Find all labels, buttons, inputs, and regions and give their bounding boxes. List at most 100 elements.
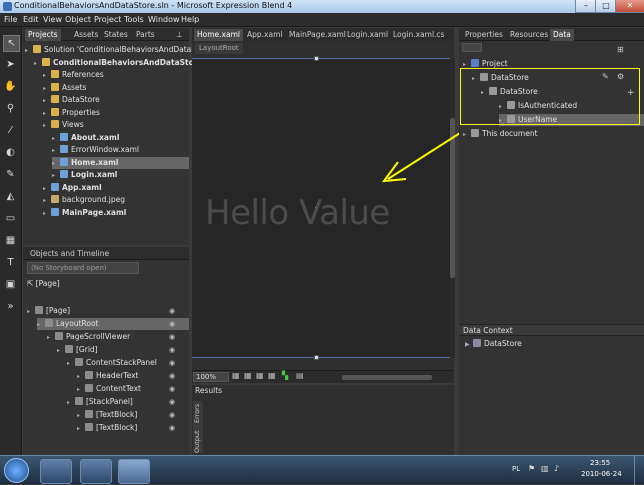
timeline-tree-item[interactable]: ▸ LayoutRoot ◉ bbox=[37, 318, 189, 330]
tray-network-icon[interactable]: ▥ bbox=[541, 464, 549, 473]
direct-selection-tool-icon[interactable]: ➤ bbox=[3, 57, 18, 72]
clock-date[interactable]: 2010-06-24 bbox=[581, 470, 622, 478]
timeline-tree-item[interactable]: ▸ ContentText ◉ bbox=[77, 383, 175, 396]
tab-output[interactable]: Output bbox=[193, 430, 201, 453]
project-tree-item[interactable]: ▸ Login.xaml bbox=[52, 169, 117, 181]
snap-lines-green-icon[interactable]: ▚ bbox=[282, 371, 288, 380]
menu-edit[interactable]: Edit bbox=[23, 15, 39, 24]
project-tree-item[interactable]: ▸ Home.xaml bbox=[52, 156, 189, 170]
zoom-tool-icon[interactable]: ⚲ bbox=[3, 101, 18, 116]
expand-arrow-icon[interactable]: ▸ bbox=[43, 95, 51, 107]
timeline-tree-item[interactable]: ▸ [Page] ◉ bbox=[27, 305, 175, 318]
expand-arrow-icon[interactable]: ▸ bbox=[25, 45, 33, 57]
tab-app-xaml[interactable]: App.xaml bbox=[244, 29, 285, 41]
project-tree-item[interactable]: ▸ ConditionalBehaviorsAndDataStore bbox=[34, 57, 203, 69]
expand-arrow-icon[interactable]: ▸ bbox=[77, 384, 85, 396]
eyedropper-tool-icon[interactable]: ⁄ bbox=[3, 123, 18, 138]
brush-transform-tool-icon[interactable]: ◭ bbox=[3, 189, 18, 204]
tab-properties[interactable]: Properties bbox=[462, 29, 506, 41]
project-tree-item[interactable]: ▸ Solution 'ConditionalBehaviorsAndDataSt… bbox=[25, 44, 213, 56]
data-context-item[interactable]: ▶ DataStore bbox=[465, 338, 522, 350]
breadcrumb[interactable]: LayoutRoot bbox=[195, 43, 243, 54]
horizontal-scroll-thumb[interactable] bbox=[342, 375, 432, 380]
tab-login-xaml[interactable]: Login.xaml bbox=[344, 29, 391, 41]
visibility-eye-icon[interactable]: ◉ bbox=[169, 422, 175, 434]
visibility-eye-icon[interactable]: ◉ bbox=[169, 318, 175, 330]
tab-resources[interactable]: Resources bbox=[507, 29, 551, 41]
project-tree-item[interactable]: ▸ About.xaml bbox=[52, 132, 119, 144]
expand-arrow-icon[interactable]: ▸ bbox=[67, 358, 75, 370]
project-tree-item[interactable]: ▸ ErrorWindow.xaml bbox=[52, 144, 139, 156]
textblock-tool-icon[interactable]: T bbox=[3, 255, 18, 270]
expand-arrow-icon[interactable]: ▸ bbox=[43, 183, 51, 195]
grid-tool-icon[interactable]: ▦ bbox=[3, 233, 18, 248]
tab-mainpage-xaml[interactable]: MainPage.xaml bbox=[286, 29, 349, 41]
language-indicator[interactable]: PL bbox=[512, 465, 520, 473]
tray-volume-icon[interactable]: ♪ bbox=[554, 464, 559, 473]
expand-arrow-icon[interactable]: ▸ bbox=[52, 133, 60, 145]
tab-projects[interactable]: Projects bbox=[25, 29, 61, 41]
assets-expand-icon[interactable]: » bbox=[3, 299, 18, 314]
timeline-tree-item[interactable]: ▸ HeaderText ◉ bbox=[77, 370, 175, 383]
controls-tool-icon[interactable]: ▣ bbox=[3, 277, 18, 292]
menu-help[interactable]: Help bbox=[181, 15, 199, 24]
expand-arrow-icon[interactable]: ▸ bbox=[43, 108, 51, 120]
pan-tool-icon[interactable]: ✋ bbox=[3, 79, 18, 94]
effects-toggle-icon[interactable]: ▦ bbox=[232, 371, 240, 380]
visibility-eye-icon[interactable]: ◉ bbox=[169, 344, 175, 356]
expand-arrow-icon[interactable]: ▸ bbox=[27, 306, 35, 318]
menu-tools[interactable]: Tools bbox=[124, 15, 144, 24]
pen-tool-icon[interactable]: ✎ bbox=[3, 167, 18, 182]
timeline-tree-item[interactable]: ▸ [Grid] ◉ bbox=[57, 344, 175, 356]
create-datasource-icon[interactable]: ⊞ bbox=[617, 45, 624, 54]
minimize-button[interactable]: – bbox=[575, 0, 597, 13]
project-tree-item[interactable]: ▸ Assets bbox=[43, 82, 86, 94]
expand-arrow-icon[interactable]: ▸ bbox=[43, 195, 51, 207]
timeline-tree-item[interactable]: ▸ [TextBlock] ◉ bbox=[77, 422, 175, 435]
timeline-tree-item[interactable]: ▸ PageScrollViewer ◉ bbox=[47, 331, 175, 343]
menu-file[interactable]: File bbox=[4, 15, 17, 24]
add-property-icon[interactable]: + bbox=[627, 88, 635, 98]
expand-arrow-icon[interactable]: ▸ bbox=[77, 410, 85, 422]
tab-data[interactable]: Data bbox=[550, 29, 574, 41]
timeline-tree-item[interactable]: ▸ [StackPanel] ◉ bbox=[67, 396, 175, 408]
expand-arrow-icon[interactable]: ▸ bbox=[77, 371, 85, 383]
tab-states[interactable]: States bbox=[101, 29, 131, 41]
project-tree-item[interactable]: ▸ Views bbox=[43, 119, 84, 131]
project-tree-item[interactable]: ▸ background.jpeg bbox=[43, 194, 125, 206]
view-mode-toggle[interactable] bbox=[462, 43, 482, 52]
visibility-eye-icon[interactable]: ◉ bbox=[169, 409, 175, 421]
annotations-icon[interactable]: ▤ bbox=[296, 371, 304, 380]
data-tree-item[interactable]: ▸ This document bbox=[463, 128, 538, 140]
blend-taskbar-icon[interactable] bbox=[118, 459, 150, 484]
visibility-eye-icon[interactable]: ◉ bbox=[169, 396, 175, 408]
expand-arrow-icon[interactable]: ▸ bbox=[37, 319, 45, 331]
project-tree-item[interactable]: ▸ Properties bbox=[43, 107, 100, 119]
menu-view[interactable]: View bbox=[43, 15, 62, 24]
tab-parts[interactable]: Parts bbox=[133, 29, 158, 41]
hello-value-text[interactable]: Hello Value bbox=[205, 193, 390, 233]
selection-tool-icon[interactable]: ↖ bbox=[3, 35, 20, 52]
project-tree-item[interactable]: ▸ DataStore bbox=[43, 94, 100, 106]
snap-lines-icon[interactable]: ▦ bbox=[268, 371, 276, 380]
expand-arrow-icon[interactable]: ▸ bbox=[52, 158, 60, 170]
visibility-eye-icon[interactable]: ◉ bbox=[169, 305, 175, 317]
tab-errors[interactable]: Errors bbox=[193, 404, 201, 423]
project-tree-item[interactable]: ▸ References bbox=[43, 69, 104, 81]
media-player-taskbar-icon[interactable] bbox=[80, 459, 112, 484]
rectangle-tool-icon[interactable]: ▭ bbox=[3, 211, 18, 226]
show-desktop-button[interactable] bbox=[634, 456, 644, 485]
grid-toggle-icon[interactable]: ▦ bbox=[256, 371, 264, 380]
expand-arrow-icon[interactable]: ▸ bbox=[43, 120, 51, 132]
expand-arrow-icon[interactable]: ▸ bbox=[52, 170, 60, 182]
storyboard-picker[interactable]: (No Storyboard open) bbox=[27, 262, 139, 274]
expand-arrow-icon[interactable]: ▸ bbox=[43, 83, 51, 95]
tray-flag-icon[interactable]: ⚑ bbox=[528, 464, 535, 473]
expand-arrow-icon[interactable]: ▸ bbox=[77, 423, 85, 435]
tab-assets[interactable]: Assets bbox=[71, 29, 101, 41]
visibility-eye-icon[interactable]: ◉ bbox=[169, 357, 175, 369]
menu-object[interactable]: Object bbox=[65, 15, 91, 24]
bottom-resize-handle[interactable] bbox=[314, 355, 319, 360]
top-resize-handle[interactable] bbox=[314, 56, 319, 61]
tab-home-xaml[interactable]: Home.xaml bbox=[194, 29, 243, 41]
